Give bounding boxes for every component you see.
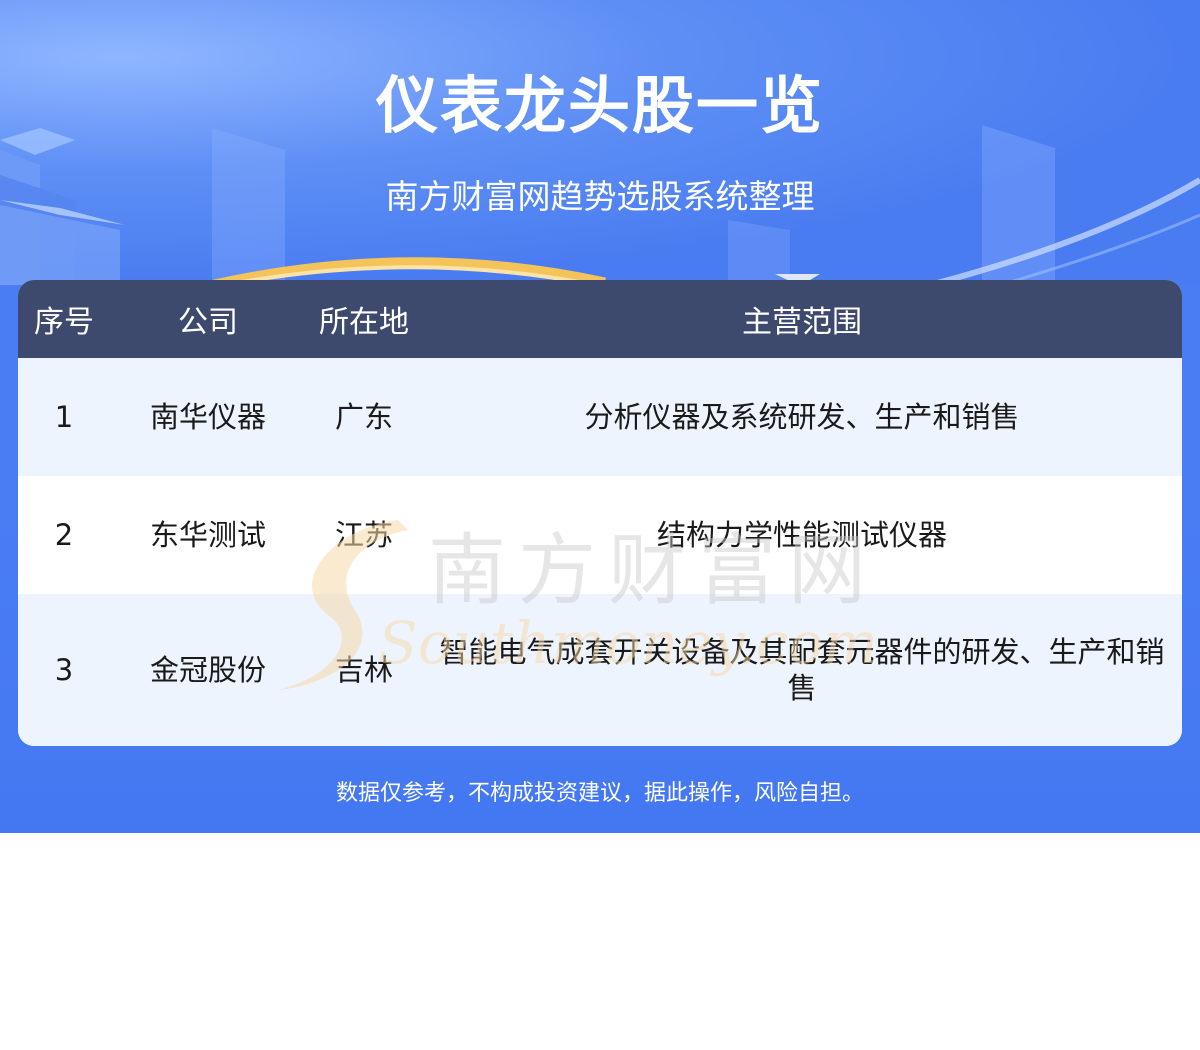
table-row: 2 东华测试 江苏 结构力学性能测试仪器	[18, 476, 1182, 594]
column-header-index: 序号	[18, 280, 110, 358]
row-business: 分析仪器及系统研发、生产和销售	[422, 358, 1182, 476]
row-location: 吉林	[306, 594, 422, 746]
table-header-row: 序号 公司 所在地 主营范围	[18, 280, 1182, 358]
row-index: 3	[18, 594, 110, 746]
row-company: 东华测试	[110, 476, 306, 594]
table-row: 3 金冠股份 吉林 智能电气成套开关设备及其配套元器件的研发、生产和销售	[18, 594, 1182, 746]
row-index: 1	[18, 358, 110, 476]
column-header-company: 公司	[110, 280, 306, 358]
row-business: 结构力学性能测试仪器	[422, 476, 1182, 594]
row-business: 智能电气成套开关设备及其配套元器件的研发、生产和销售	[422, 594, 1182, 746]
column-header-business: 主营范围	[422, 280, 1182, 358]
column-header-location: 所在地	[306, 280, 422, 358]
disclaimer-text: 数据仅参考，不构成投资建议，据此操作，风险自担。	[335, 781, 864, 806]
row-company: 南华仪器	[110, 358, 306, 476]
page-subtitle: 南方财富网趋势选股系统整理	[385, 177, 815, 216]
row-location: 江苏	[306, 476, 422, 594]
poster: 仪表龙头股一览 南方财富网趋势选股系统整理 序号 公司 所在地 主营范围 1 南…	[0, 0, 1200, 833]
stock-table: 序号 公司 所在地 主营范围 1 南华仪器 广东 分析仪器及系统研发、生产和销售…	[18, 280, 1182, 746]
page-title: 仪表龙头股一览	[375, 69, 824, 142]
stock-table-card: 序号 公司 所在地 主营范围 1 南华仪器 广东 分析仪器及系统研发、生产和销售…	[18, 280, 1182, 746]
row-index: 2	[18, 476, 110, 594]
row-company: 金冠股份	[110, 594, 306, 746]
table-row: 1 南华仪器 广东 分析仪器及系统研发、生产和销售	[18, 358, 1182, 476]
row-location: 广东	[306, 358, 422, 476]
